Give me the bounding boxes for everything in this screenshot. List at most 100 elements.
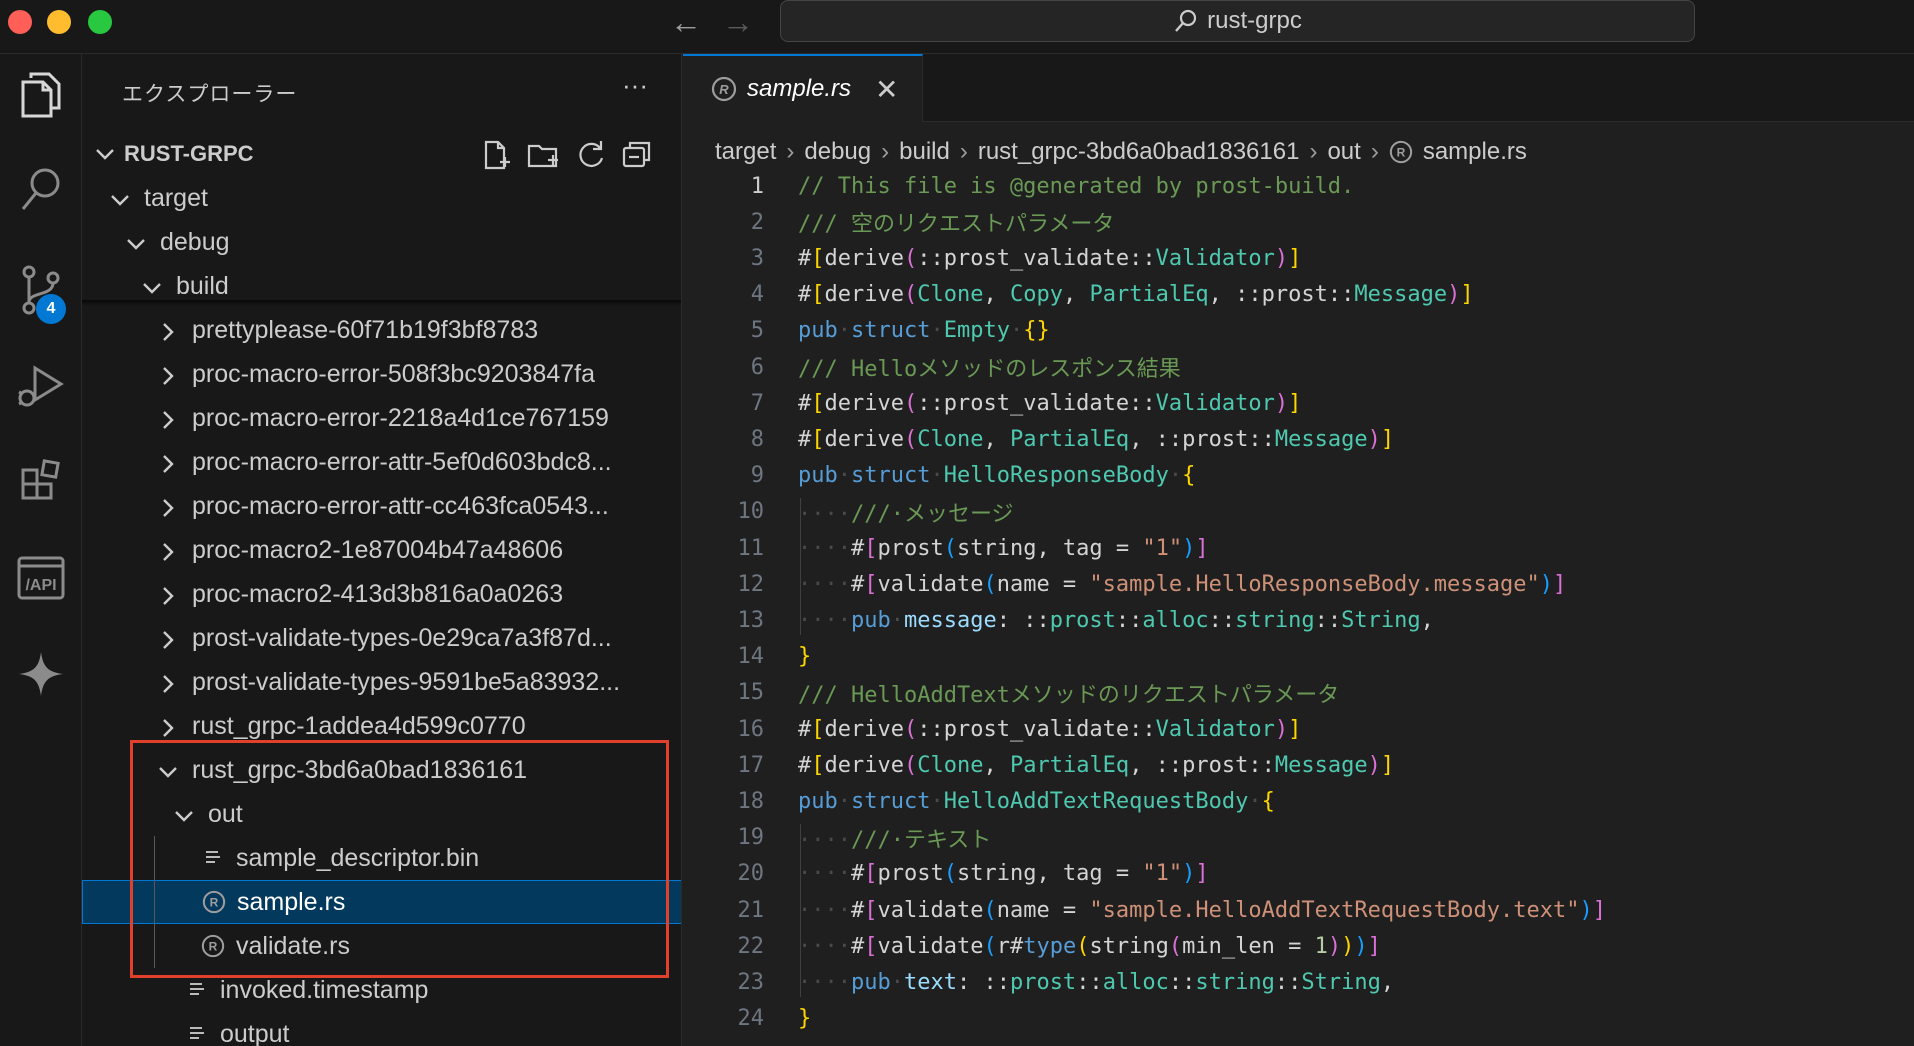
code-token: "1" [1142, 535, 1183, 561]
code-token: ( [983, 571, 997, 597]
code-line[interactable]: 3 #[derive(::prost_validate::Validator)] [683, 240, 1914, 276]
svg-text:/API: /API [25, 577, 56, 594]
code-text: ····pub·message: ::prost::alloc::string:… [798, 608, 1434, 633]
code-line[interactable]: 21 ····#[validate(name = "sample.HelloAdd… [683, 892, 1914, 928]
line-number: 17 [737, 752, 765, 778]
code-token: ] [1288, 716, 1302, 742]
code-line[interactable]: 8 #[derive(Clone, PartialEq, ::prost::Mes… [683, 421, 1914, 457]
forward-arrow-icon[interactable]: → [722, 4, 754, 40]
code-line[interactable]: 13 ····pub·message: ::prost::alloc::strin… [683, 602, 1914, 638]
new-file-icon[interactable] [478, 138, 512, 172]
code-line[interactable]: 19 ····///·テキスト [683, 820, 1914, 856]
tree-folder[interactable]: target [82, 176, 681, 220]
svg-text:R: R [1396, 146, 1405, 160]
code-text: #[derive(Clone, PartialEq, ::prost::Mess… [798, 427, 1394, 452]
refresh-icon[interactable] [574, 138, 608, 172]
tree-folder[interactable]: proc-macro-error-2218a4d1ce767159 [82, 396, 681, 440]
breadcrumb-item[interactable]: target [715, 138, 776, 166]
code-line[interactable]: 16 #[derive(::prost_validate::Validator)] [683, 711, 1914, 747]
close-icon[interactable]: ✕ [875, 73, 898, 106]
code-token: :: [1208, 607, 1236, 633]
tree-folder[interactable]: proc-macro-error-attr-5ef0d603bdc8... [82, 440, 681, 484]
close-window-button[interactable] [8, 10, 32, 34]
sticky-scroll-shadow [82, 300, 681, 306]
source-control-button[interactable]: 4 [0, 250, 82, 330]
code-token: Validator [1155, 390, 1275, 416]
chevron-down-icon [126, 232, 146, 252]
more-actions-icon[interactable]: ··· [622, 70, 648, 101]
breadcrumb-item[interactable]: build [899, 138, 950, 166]
code-line[interactable]: 5 pub·struct·Empty·{} [683, 313, 1914, 349]
code-line[interactable]: 15 /// HelloAddTextメソッドのリクエストパラメータ [683, 675, 1914, 711]
code-text: #[derive(::prost_validate::Validator)] [798, 391, 1301, 416]
code-token: ( [903, 752, 918, 778]
code-token: ···· [798, 933, 851, 959]
code-text: ····///·メッセージ [798, 496, 1014, 528]
breadcrumb-item[interactable]: sample.rs [1423, 138, 1527, 166]
code-token: ] [1195, 535, 1209, 561]
tab-sample-rs[interactable]: R sample.rs ✕ [683, 54, 923, 122]
code-line[interactable]: 24} [683, 1001, 1914, 1037]
zoom-window-button[interactable] [88, 10, 112, 34]
tree-folder[interactable]: prost-validate-types-0e29ca7a3f87d... [82, 616, 681, 660]
tree-file[interactable]: output [82, 1012, 681, 1046]
tree-folder[interactable]: prettyplease-60f71b19f3bf8783 [82, 308, 681, 352]
tree-item-label: proc-macro-error-attr-cc463fca0543... [192, 491, 609, 520]
code-token: , [1420, 607, 1434, 633]
tree-folder[interactable]: prost-validate-types-9591be5a83932... [82, 660, 681, 704]
code-token: ···· [798, 897, 851, 923]
workspace-root[interactable]: RUST-GRPC [82, 132, 681, 176]
code-token: ···· [798, 501, 851, 527]
chevron-right-icon [158, 496, 178, 517]
code-line[interactable]: 2 /// 空のリクエストパラメータ [683, 204, 1914, 240]
run-debug-button[interactable] [0, 346, 82, 426]
ai-button[interactable] [0, 634, 82, 714]
code-line[interactable]: 14} [683, 639, 1914, 675]
code-line[interactable]: 9 pub·struct·HelloResponseBody·{ [683, 458, 1914, 494]
code-text: ····pub·text: ::prost::alloc::string::St… [798, 970, 1394, 995]
back-arrow-icon[interactable]: ← [670, 4, 702, 40]
tree-folder[interactable]: proc-macro2-413d3b816a0a0263 [82, 572, 681, 616]
explorer-button[interactable] [0, 54, 82, 134]
tree-folder[interactable]: proc-macro-error-attr-cc463fca0543... [82, 484, 681, 528]
code-text: /// HelloAddTextメソッドのリクエストパラメータ [798, 677, 1339, 709]
tree-folder[interactable]: debug [82, 220, 681, 264]
code-token: string [1235, 607, 1315, 633]
code-line[interactable]: 1 // This file is @generated by prost-bui… [683, 168, 1914, 204]
code-line[interactable]: 11 ····#[prost(string, tag = "1")] [683, 530, 1914, 566]
code-token: · [1168, 463, 1183, 489]
collapse-all-icon[interactable] [620, 138, 654, 172]
breadcrumb-item[interactable]: rust_grpc-3bd6a0bad1836161 [978, 138, 1300, 166]
code-token: · [890, 607, 904, 633]
code-line[interactable]: 17 #[derive(Clone, PartialEq, ::prost::Me… [683, 747, 1914, 783]
code-line[interactable]: 22 ····#[validate(r#type(string(min_len =… [683, 928, 1914, 964]
code-token: String [1341, 607, 1421, 633]
code-line[interactable]: 7 #[derive(::prost_validate::Validator)] [683, 385, 1914, 421]
breadcrumb-item[interactable]: out [1327, 138, 1360, 166]
code-line[interactable]: 20 ····#[prost(string, tag = "1")] [683, 856, 1914, 892]
code-token: ( [983, 897, 997, 923]
code-token: // This file is @generated by prost-buil… [798, 173, 1355, 199]
tree-folder[interactable]: proc-macro-error-508f3bc9203847fa [82, 352, 681, 396]
code-token: ) [1182, 861, 1196, 887]
extensions-button[interactable] [0, 440, 82, 520]
code-token: HelloAddTextRequestBody [943, 788, 1249, 814]
code-line[interactable]: 6 /// Helloメソッドのレスポンス結果 [683, 349, 1914, 385]
code-token: ···· [798, 861, 851, 887]
code-line[interactable]: 23 ····pub·text: ::prost::alloc::string::… [683, 964, 1914, 1000]
tree-folder[interactable]: proc-macro2-1e87004b47a48606 [82, 528, 681, 572]
breadcrumb-item[interactable]: debug [804, 138, 871, 166]
code-line[interactable]: 10 ····///·メッセージ [683, 494, 1914, 530]
code-token: ) [1367, 752, 1381, 778]
code-token: Message [1354, 282, 1448, 308]
line-number: 3 [750, 245, 764, 271]
code-view[interactable]: 1 // This file is @generated by prost-bui… [683, 168, 1914, 1046]
minimize-window-button[interactable] [47, 10, 71, 34]
code-line[interactable]: 12 ····#[validate(name = "sample.HelloRes… [683, 566, 1914, 602]
code-line[interactable]: 4 #[derive(Clone, Copy, PartialEq, ::pros… [683, 277, 1914, 313]
code-line[interactable]: 18 pub·struct·HelloAddTextRequestBody·{ [683, 783, 1914, 819]
search-button[interactable] [0, 150, 82, 230]
command-center-search[interactable]: rust-grpc [780, 0, 1695, 42]
new-folder-icon[interactable] [526, 138, 560, 172]
api-button[interactable]: /API [0, 538, 82, 618]
